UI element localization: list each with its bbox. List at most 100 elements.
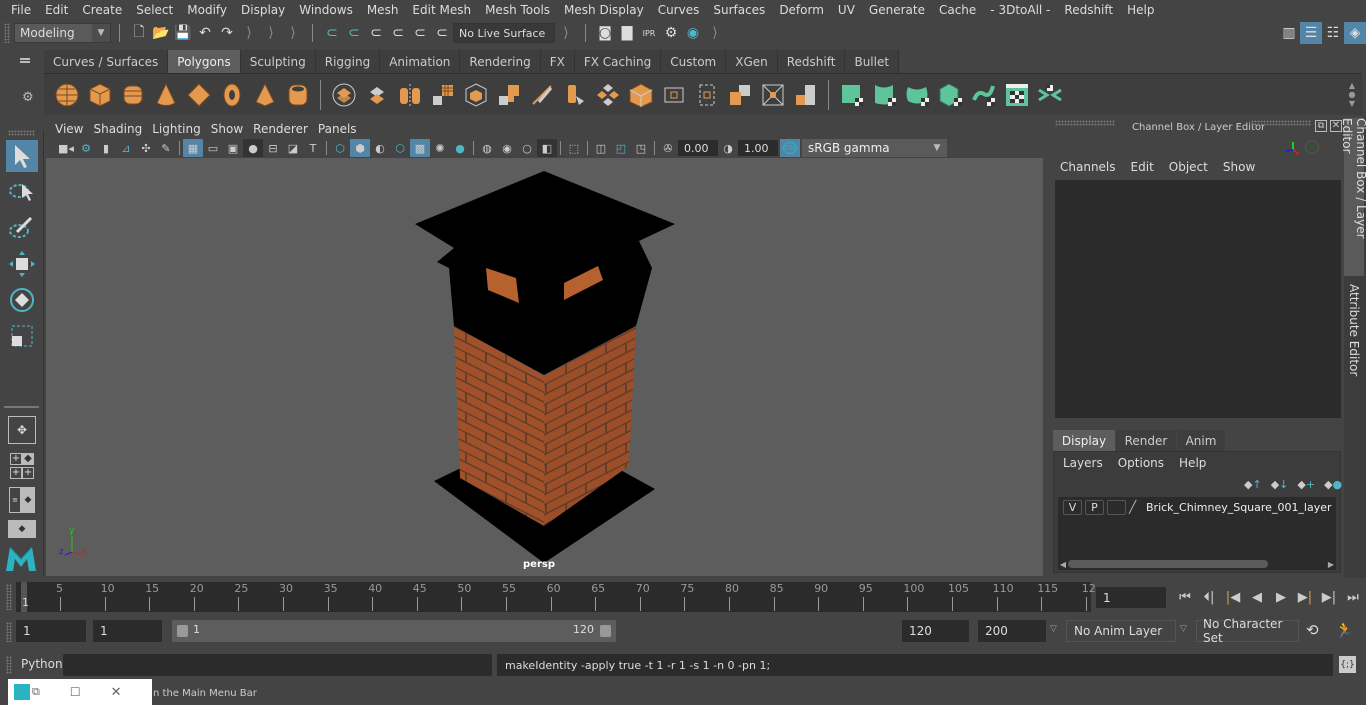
current-frame-field[interactable]: 1 — [1096, 587, 1166, 608]
shelf-tab-redshift[interactable]: Redshift — [777, 50, 846, 73]
film-gate-icon[interactable]: ▭ — [203, 139, 223, 157]
char-set-dropdown-arrow-icon[interactable]: ▽ — [1180, 624, 1187, 634]
layer-menu-options[interactable]: Options — [1118, 456, 1179, 470]
extrude-icon[interactable] — [560, 80, 589, 109]
save-scene-icon[interactable]: 💾 — [172, 22, 194, 44]
layer-playback-toggle[interactable]: P — [1085, 499, 1104, 515]
undo-icon[interactable]: ↶ — [194, 22, 216, 44]
menu-select[interactable]: Select — [129, 3, 180, 17]
redo-icon[interactable]: ↷ — [216, 22, 238, 44]
cylindrical-uv-icon[interactable] — [870, 80, 899, 109]
poly-sphere-icon[interactable] — [52, 80, 81, 109]
playback-end-field[interactable]: 120 — [902, 620, 969, 642]
camera-attributes-icon[interactable]: ⚙ — [76, 139, 96, 157]
shelf-scroll[interactable]: ▲ ● ▼ — [1346, 81, 1358, 108]
poly-prism-icon[interactable] — [250, 80, 279, 109]
timeline-ruler[interactable]: 1 5 10 15 20 25 30 35 40 45 50 55 60 65 70 75 80 85 90 95 1… — [16, 582, 1096, 612]
step-forward-frame-icon[interactable]: ▶ | — [1293, 587, 1317, 607]
exposure-icon[interactable]: ✇ — [658, 139, 678, 157]
vp-menu-view[interactable]: View — [54, 122, 92, 136]
playback-start-field[interactable]: 1 — [93, 620, 162, 642]
textured-icon[interactable]: ▩ — [410, 139, 430, 157]
ambient-occlusion-icon[interactable]: ◍ — [477, 139, 497, 157]
render-settings-icon[interactable]: ⚙ — [660, 22, 682, 44]
fill-hole-icon[interactable] — [758, 80, 787, 109]
layer-tab-anim[interactable]: Anim — [1177, 430, 1225, 451]
menu-edit[interactable]: Edit — [38, 3, 75, 17]
animation-preferences-icon[interactable]: 🏃 — [1335, 621, 1354, 639]
ipr-render-icon[interactable]: IPR — [638, 22, 660, 44]
scale-tool-icon[interactable] — [6, 320, 38, 352]
step-back-frame-icon[interactable]: | ◀ — [1221, 587, 1245, 607]
scene-end-field[interactable]: 200 — [978, 620, 1046, 642]
go-to-start-icon[interactable]: ⏮ — [1173, 587, 1197, 607]
grid-icon[interactable]: ▦ — [183, 139, 203, 157]
scroll-right-icon[interactable]: ▶ — [1326, 560, 1336, 569]
depth-of-field-icon[interactable]: ◧ — [537, 139, 557, 157]
shelf-settings-gear-icon[interactable]: ⚙ — [22, 90, 34, 105]
play-backward-icon[interactable]: ◀ — [1245, 587, 1269, 607]
color-space-dropdown[interactable]: sRGB gamma ▼ — [802, 139, 947, 157]
scroll-down-icon[interactable]: ▼ — [1349, 99, 1355, 108]
channel-box-toggle-icon[interactable]: ◈ — [1344, 22, 1366, 44]
spherical-uv-icon[interactable] — [903, 80, 932, 109]
shelf-tab-fx-caching[interactable]: FX Caching — [574, 50, 662, 73]
menu-redshift[interactable]: Redshift — [1057, 3, 1120, 17]
tool-settings-toggle-icon[interactable]: ☷ — [1322, 22, 1344, 44]
menu-curves[interactable]: Curves — [651, 3, 707, 17]
close-window-icon[interactable]: ✕ — [111, 685, 122, 700]
mirror-icon[interactable] — [395, 80, 424, 109]
shelf-tab-polygons[interactable]: Polygons — [168, 50, 241, 73]
gamma-icon[interactable]: ◑ — [718, 139, 738, 157]
new-scene-icon[interactable]: 🗋 — [128, 22, 150, 44]
four-view-layout-icon[interactable]: + ◆ + + — [8, 452, 36, 480]
append-polygon-icon[interactable] — [725, 80, 754, 109]
shelf-tab-rendering[interactable]: Rendering — [460, 50, 541, 73]
scene-start-field[interactable]: 1 — [16, 620, 86, 642]
single-perspective-view-icon[interactable]: ✥ — [8, 416, 36, 444]
move-layer-up-icon[interactable]: ◆↑ — [1244, 478, 1262, 491]
drag-handle[interactable] — [1055, 120, 1115, 126]
step-forward-key-icon[interactable]: ▶| — [1317, 587, 1341, 607]
layer-tab-display[interactable]: Display — [1053, 430, 1115, 451]
uv-editor-icon[interactable] — [1002, 80, 1031, 109]
safe-action-icon[interactable]: ◪ — [283, 139, 303, 157]
safe-title-icon[interactable]: T — [303, 139, 323, 157]
drag-handle[interactable] — [8, 130, 35, 136]
shelf-tab-xgen[interactable]: XGen — [726, 50, 778, 73]
vp-menu-panels[interactable]: Panels — [317, 122, 366, 136]
snap-curve-icon[interactable]: ⊂ — [343, 22, 365, 44]
layer-visibility-toggle[interactable]: V — [1063, 499, 1082, 515]
collapse-arrow-icon[interactable]: ⟩ — [555, 22, 577, 44]
menu-edit-mesh[interactable]: Edit Mesh — [405, 3, 478, 17]
paint-select-icon[interactable] — [6, 212, 38, 244]
field-chart-icon[interactable]: ⊟ — [263, 139, 283, 157]
drag-handle[interactable] — [6, 622, 12, 642]
scroll-left-icon[interactable]: ◀ — [1058, 560, 1068, 569]
cb-menu-edit[interactable]: Edit — [1131, 160, 1169, 174]
character-set-dropdown[interactable]: No Character Set — [1196, 617, 1299, 645]
command-input[interactable] — [63, 654, 492, 676]
2d-pan-zoom-icon[interactable]: ✣ — [136, 139, 156, 157]
wireframe-on-shaded-icon[interactable]: ◐ — [370, 139, 390, 157]
automatic-uv-icon[interactable] — [936, 80, 965, 109]
menu-mesh-display[interactable]: Mesh Display — [557, 3, 651, 17]
smooth-shade-icon[interactable]: ⬢ — [350, 139, 370, 157]
poly-pipe-icon[interactable] — [283, 80, 312, 109]
resolution-gate-icon[interactable]: ▣ — [223, 139, 243, 157]
image-plane-icon[interactable]: ⊿ — [116, 139, 136, 157]
xray-joints-icon[interactable]: ◫ — [591, 139, 611, 157]
anti-aliasing-icon[interactable]: ○ — [517, 139, 537, 157]
drag-handle[interactable] — [1251, 120, 1311, 126]
shadows-icon[interactable]: ● — [450, 139, 470, 157]
layer-row[interactable]: V P ╱ Brick_Chimney_Square_001_layer — [1058, 497, 1336, 517]
poly-cube-icon[interactable] — [85, 80, 114, 109]
color-management-toggle[interactable]: ON — [780, 139, 800, 157]
vp-menu-shading[interactable]: Shading — [92, 122, 151, 136]
snap-grid-icon[interactable]: ⊂ — [321, 22, 343, 44]
anim-layer-dropdown-arrow-icon[interactable]: ▽ — [1050, 624, 1057, 634]
mode-selector[interactable]: Modeling ▼ — [14, 23, 111, 43]
grease-pencil-icon[interactable]: ✎ — [156, 139, 176, 157]
rotate-tool-icon[interactable] — [6, 284, 38, 316]
side-tab-attribute-editor[interactable]: Attribute Editor — [1344, 280, 1364, 380]
